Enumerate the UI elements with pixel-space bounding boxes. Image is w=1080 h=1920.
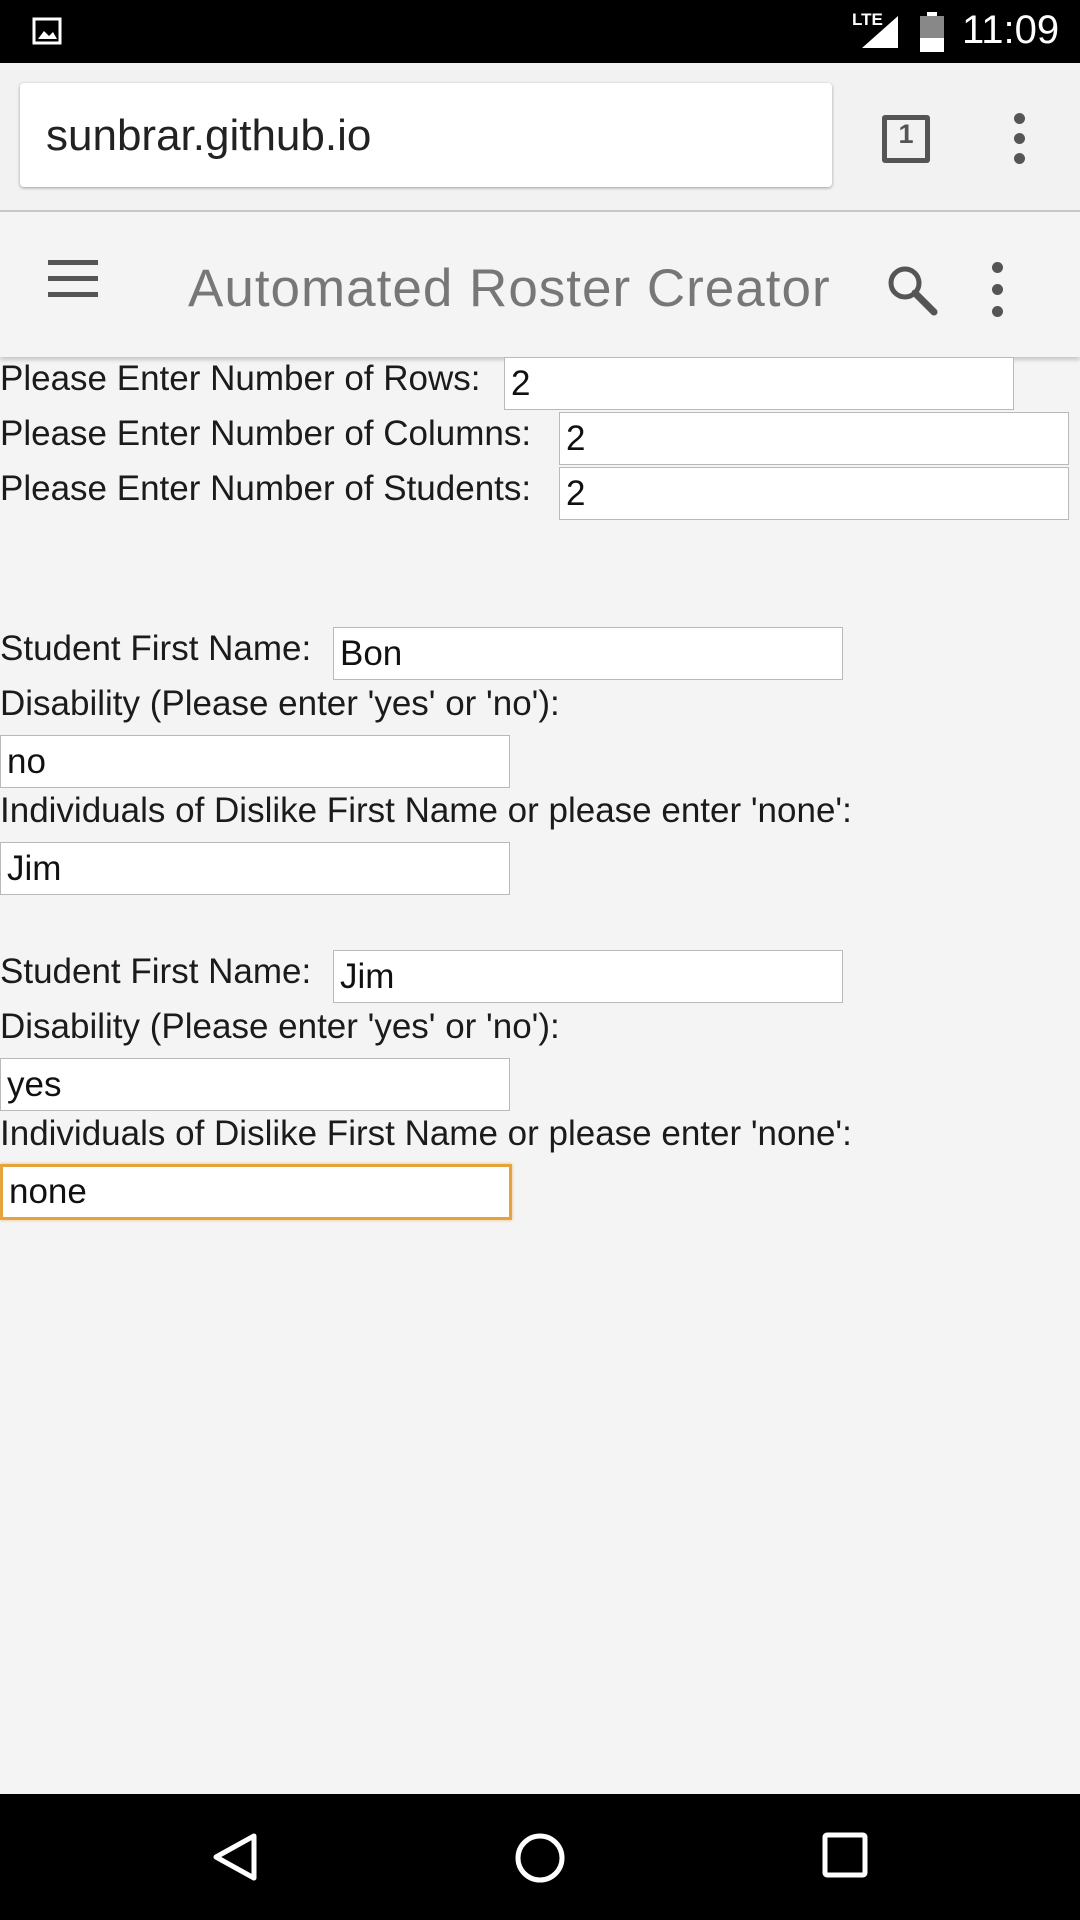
tab-count: 1 [898,119,914,149]
search-icon[interactable] [884,262,940,318]
clock: 11:09 [962,8,1060,52]
student-name-label: Student First Name: [0,952,312,991]
disability-label: Disability (Please enter 'yes' or 'no'): [0,1007,560,1046]
rows-input[interactable] [504,357,1014,410]
app-bar: Automated Roster Creator [0,212,1080,357]
url-text: sunbrar.github.io [46,111,372,160]
disability-input[interactable] [0,1058,510,1111]
home-icon[interactable] [512,1830,568,1886]
browser-menu-button[interactable] [1000,111,1040,167]
battery-icon [920,12,944,52]
dislike-input[interactable] [0,1164,512,1220]
dislike-label: Individuals of Dislike First Name or ple… [0,1114,852,1153]
page-title: Automated Roster Creator [188,259,831,318]
tab-switcher-button[interactable]: 1 [878,111,930,163]
student-name-label: Student First Name: [0,629,312,668]
columns-label: Please Enter Number of Columns: [0,414,532,453]
columns-input[interactable] [559,412,1069,465]
signal-icon [862,16,898,48]
disability-input[interactable] [0,735,510,788]
system-nav-bar [0,1794,1080,1920]
rows-label: Please Enter Number of Rows: [0,359,481,398]
browser-toolbar: sunbrar.github.io 1 [0,63,1080,212]
app-menu-button[interactable] [990,260,1006,320]
address-bar[interactable]: sunbrar.github.io [20,83,832,187]
recent-apps-icon[interactable] [820,1830,870,1880]
status-bar: LTE 11:09 [0,0,1080,63]
students-input[interactable] [559,467,1069,520]
disability-label: Disability (Please enter 'yes' or 'no'): [0,684,560,723]
student-name-input[interactable] [333,627,843,680]
student-name-input[interactable] [333,950,843,1003]
dislike-label: Individuals of Dislike First Name or ple… [0,791,852,830]
students-label: Please Enter Number of Students: [0,469,532,508]
back-icon[interactable] [210,1832,260,1882]
menu-icon[interactable] [48,260,98,300]
dislike-input[interactable] [0,842,510,895]
image-icon [32,17,62,45]
